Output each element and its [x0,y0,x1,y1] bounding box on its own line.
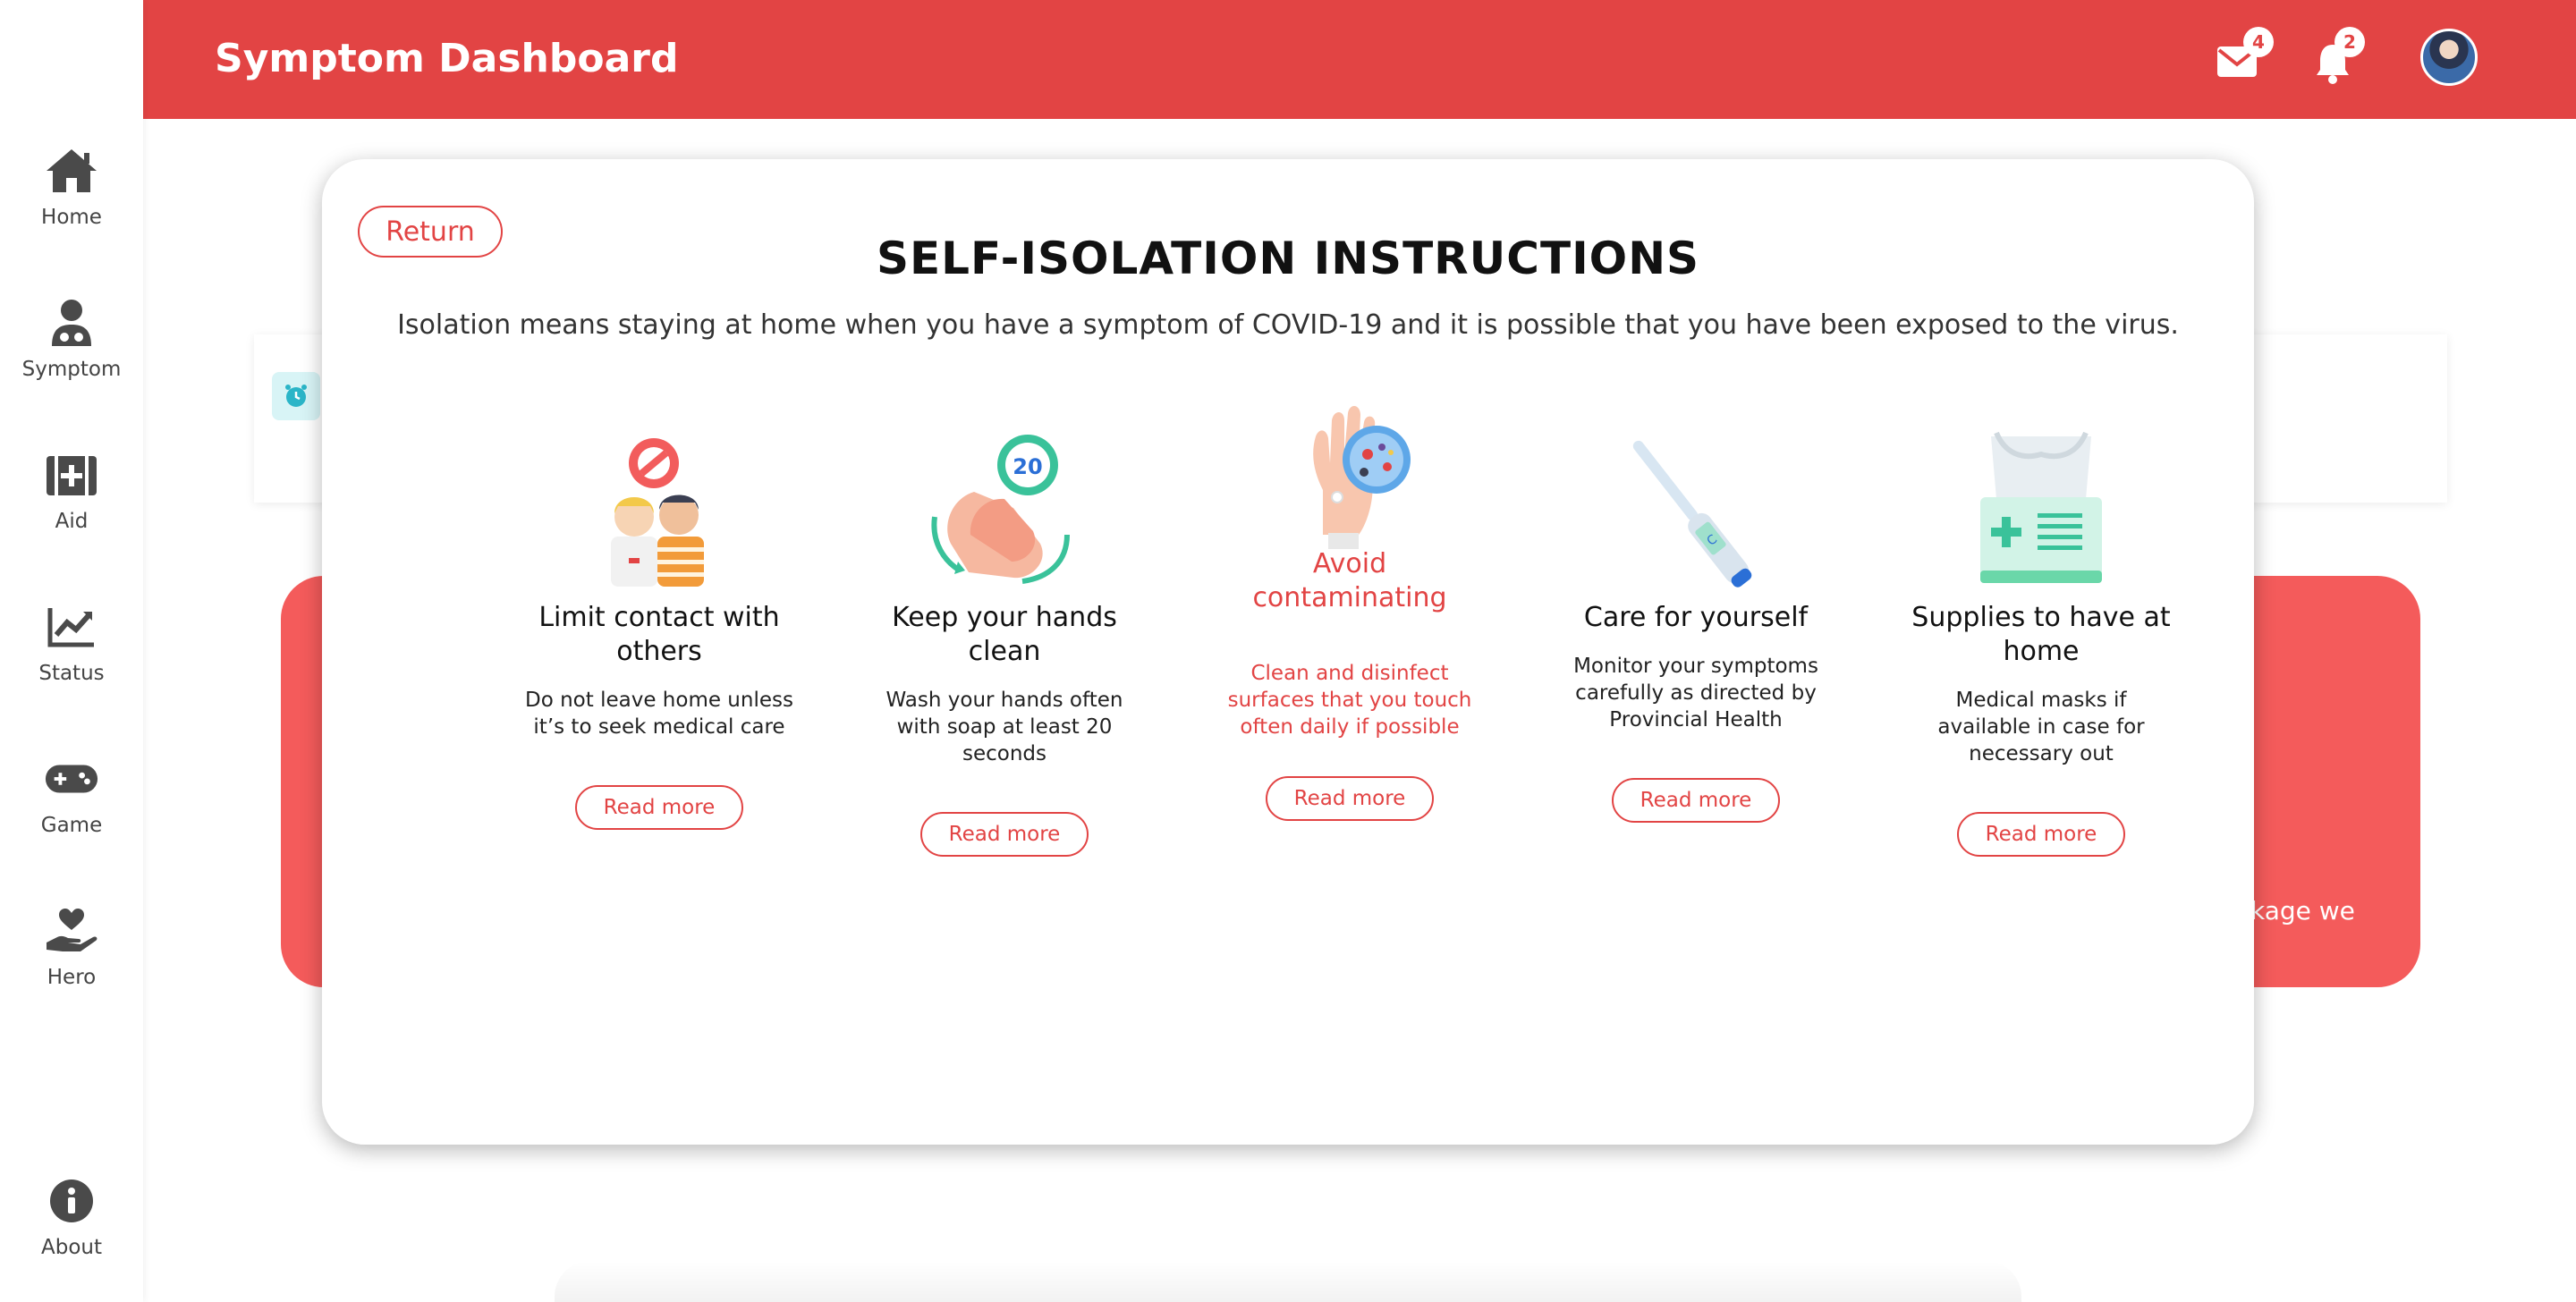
card-description: Medical masks if available in case for n… [1937,689,2145,765]
card-description: Monitor your symptoms carefully as direc… [1573,655,1818,731]
hand-virus-icon [1260,401,1439,549]
sidebar-item-status[interactable]: Status [0,599,143,715]
sidebar-item-label: About [40,1236,102,1259]
info-icon [44,1173,99,1229]
modal-subtitle: Isolation means staying at home when you… [397,309,2179,341]
chart-icon [44,599,99,655]
instruction-card-supplies: Supplies to have at home Medical masks i… [1907,427,2175,928]
read-more-button[interactable]: Read more [920,812,1089,857]
sidebar-item-label: Game [40,814,103,837]
page-title: Symptom Dashboard [215,36,679,81]
sidebar-item-about[interactable]: About [0,1173,143,1289]
instruction-card-avoid-contaminating: Avoid contaminating Clean and disinfect … [1216,405,1484,928]
home-icon [44,143,99,199]
read-more-button[interactable]: Read more [575,785,743,830]
sidebar-item-aid[interactable]: Aid [0,447,143,563]
read-more-button[interactable]: Read more [1612,778,1780,823]
timer-seconds-text: 20 [1013,454,1042,479]
no-contact-people-icon [570,427,749,588]
sidebar: Home Symptom Aid Status Game Hero About [0,0,143,1302]
sidebar-item-home[interactable]: Home [0,143,143,259]
alarm-clock-icon [272,372,320,420]
sidebar-item-label: Aid [55,510,89,533]
card-title: Care for yourself [1583,602,1809,633]
sidebar-item-label: Symptom [21,358,122,381]
mail-count-badge: 4 [2243,27,2274,57]
first-aid-icon [44,447,99,503]
read-more-button[interactable]: Read more [1266,776,1434,821]
doctor-icon [44,295,99,351]
sidebar-item-label: Status [38,662,105,685]
top-header: Symptom Dashboard 4 2 [143,0,2576,119]
card-title: Keep your hands clean [892,602,1117,667]
instruction-card-care-yourself: C Care for yourself Monitor your symptom… [1562,427,1830,928]
mail-button[interactable]: 4 [2213,27,2274,89]
card-title: Limit contact with others [538,602,780,667]
instruction-card-limit-contact: Limit contact with others Do not leave h… [525,427,793,928]
modal-title: SELF-ISOLATION INSTRUCTIONS [876,232,1700,284]
card-description: Wash your hands often with soap at least… [886,689,1123,765]
hand-washing-timer-icon: 20 [915,427,1094,588]
card-description: Do not leave home unless it’s to seek me… [525,689,793,739]
thermometer-icon: C [1606,427,1785,588]
heart-hand-icon [44,903,99,959]
notifications-button[interactable]: 2 [2308,27,2365,89]
self-isolation-modal: Return SELF-ISOLATION INSTRUCTIONS Isola… [322,159,2254,1145]
sidebar-item-label: Hero [47,966,97,989]
card-description: Clean and disinfect surfaces that you to… [1227,662,1472,739]
background-bottom-card [555,1261,2021,1302]
gamepad-icon [44,751,99,807]
sidebar-item-hero[interactable]: Hero [0,903,143,1019]
medical-supplies-icon [1952,427,2131,588]
sidebar-item-game[interactable]: Game [0,751,143,867]
sidebar-item-label: Home [41,206,102,229]
notification-count-badge: 2 [2334,27,2365,57]
instruction-card-hands-clean: 20 Keep your hands clean Wash your hands… [870,427,1139,928]
card-title: Avoid contaminating [1252,548,1447,613]
sidebar-item-symptom[interactable]: Symptom [0,295,143,411]
avatar[interactable] [2420,29,2478,86]
read-more-button[interactable]: Read more [1957,812,2125,857]
background-red-card-text: kage we [2250,896,2355,926]
card-title: Supplies to have at home [1911,602,2171,667]
